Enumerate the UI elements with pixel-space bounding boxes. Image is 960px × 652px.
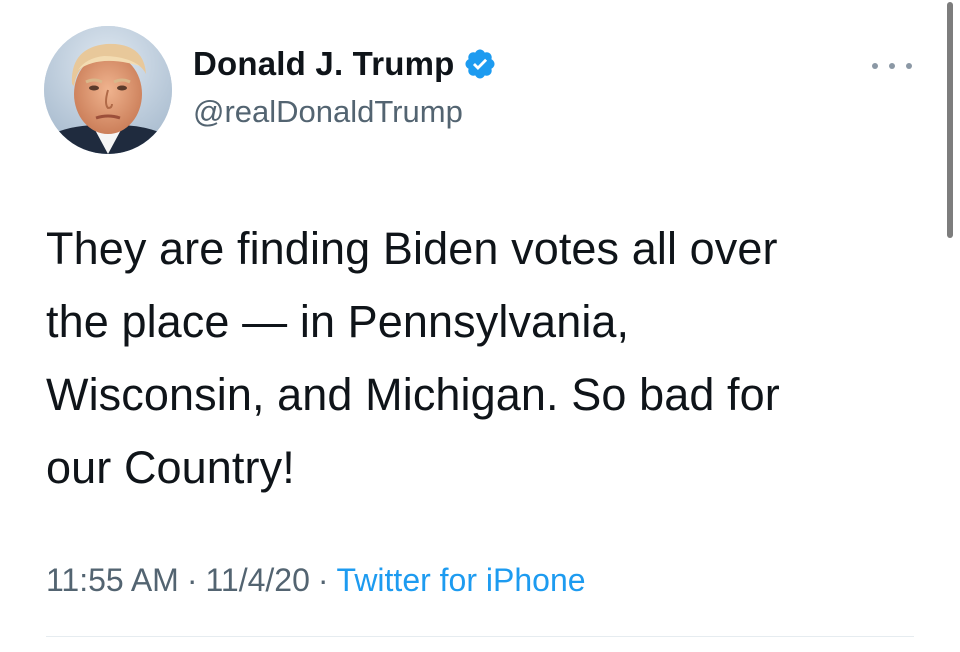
author-block: Donald J. Trump @realDonaldTrump: [193, 44, 497, 130]
tweet-text: They are finding Biden votes all over th…: [46, 223, 780, 493]
meta-separator: ·: [186, 562, 198, 598]
verified-badge-icon: [463, 47, 497, 81]
more-options-icon[interactable]: [872, 56, 912, 76]
divider: [46, 636, 914, 637]
tweet-time[interactable]: 11:55 AM: [46, 562, 179, 598]
tweet-date[interactable]: 11/4/20: [205, 562, 309, 598]
more-dot: [889, 63, 895, 69]
avatar[interactable]: [44, 26, 172, 154]
scrollbar[interactable]: [947, 2, 953, 238]
author-handle[interactable]: @realDonaldTrump: [193, 94, 497, 130]
tweet-meta: 11:55 AM · 11/4/20 · Twitter for iPhone: [46, 562, 586, 599]
meta-separator: ·: [317, 562, 329, 598]
author-display-name[interactable]: Donald J. Trump: [193, 45, 455, 83]
name-row: Donald J. Trump: [193, 44, 497, 84]
tweet: Donald J. Trump @realDonaldTrump They ar…: [0, 0, 960, 652]
tweet-source-link[interactable]: Twitter for iPhone: [337, 562, 586, 598]
more-dot: [906, 63, 912, 69]
profile-photo-icon: [44, 26, 172, 154]
more-dot: [872, 63, 878, 69]
